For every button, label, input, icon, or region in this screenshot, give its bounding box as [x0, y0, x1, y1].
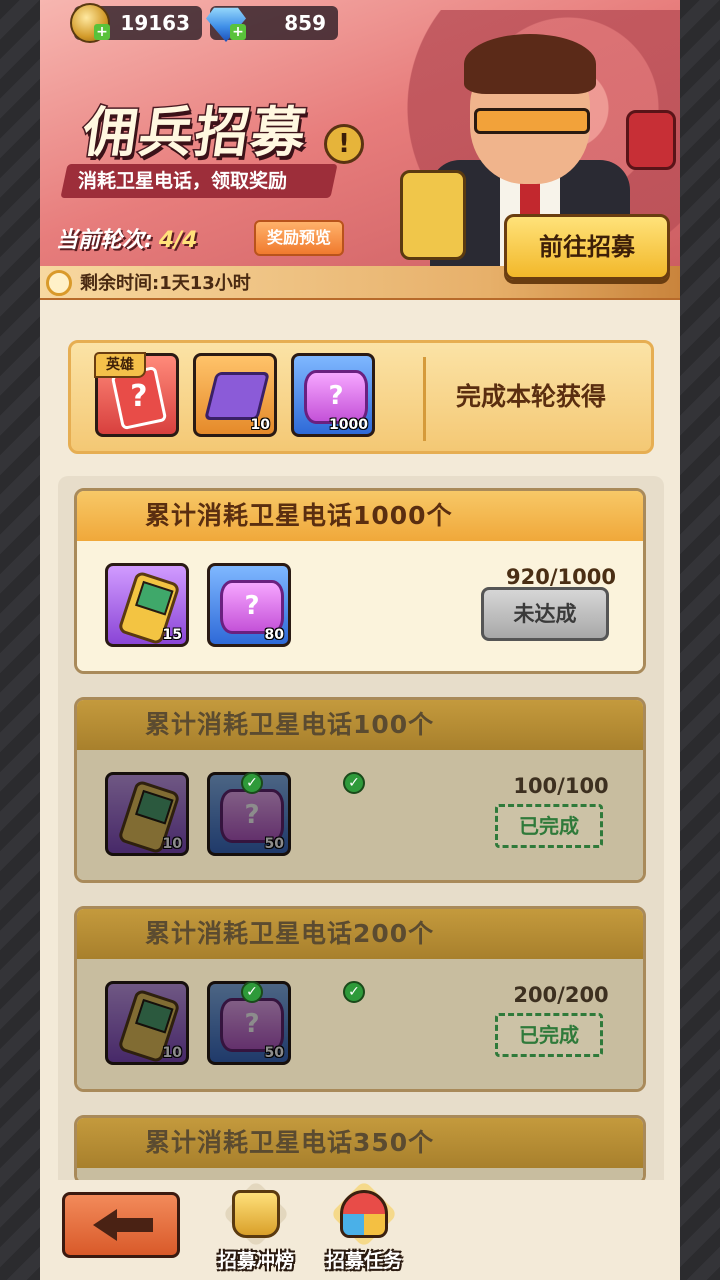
task-card: 累计消耗卫星电话350个	[74, 1115, 646, 1185]
nav-label: 招募冲榜	[217, 1250, 294, 1272]
mystery-can-icon: ?	[220, 789, 284, 843]
mystery-can-icon: ?	[304, 370, 368, 424]
chip-icon	[204, 372, 270, 420]
item-count: 10	[162, 836, 182, 852]
round-complete-label: 完成本轮获得	[456, 382, 607, 411]
task-title: 累计消耗卫星电话200个	[145, 919, 435, 948]
satellite-phone-icon	[400, 170, 466, 260]
plus-icon[interactable]: +	[94, 24, 110, 40]
check-icon: ✓	[343, 772, 365, 794]
task-progress: 200/200	[513, 983, 609, 1007]
back-arrow-icon	[93, 1209, 153, 1241]
mystery-can-icon: ?	[220, 998, 284, 1052]
nav-label: 招募任务	[325, 1250, 402, 1272]
completed-stamp: 已完成	[495, 1013, 603, 1057]
satellite-phone-item[interactable]: 15	[105, 563, 189, 647]
subtitle-text: 消耗卫星电话，领取奖励	[78, 170, 288, 192]
airdrop-balloon-icon	[340, 1190, 388, 1238]
completed-stamp: 已完成	[495, 804, 603, 848]
item-count: 50	[264, 836, 284, 852]
bottom-nav: 招募冲榜 招募任务	[40, 1180, 680, 1280]
task-title: 累计消耗卫星电话350个	[145, 1128, 435, 1157]
hero-card-item[interactable]: ? 英雄	[94, 352, 179, 437]
clock-icon	[46, 270, 72, 296]
game-screen: + 19163 + 859 佣兵招募 ! 消耗卫星电话，领取奖励 当前轮次: 4/…	[40, 0, 680, 1280]
not-achieved-button[interactable]: 未达成	[481, 587, 609, 641]
gold-counter[interactable]: + 19163	[70, 3, 202, 43]
go-recruit-button[interactable]: 前往招募	[504, 214, 670, 280]
gem-counter[interactable]: + 859	[206, 6, 338, 42]
left-border	[0, 0, 40, 1280]
back-button[interactable]	[62, 1192, 180, 1258]
round-reward-panel: ? 英雄 10 ? 1000 完成本轮获得	[68, 340, 654, 454]
right-border	[680, 0, 720, 1280]
check-icon: ✓	[241, 772, 263, 794]
nav-recruit-task[interactable]: 招募任务	[316, 1180, 412, 1276]
chip-item[interactable]: 10	[193, 353, 277, 437]
hero-tag: 英雄	[94, 352, 146, 378]
item-count: 50	[264, 1045, 284, 1061]
task-progress: 920/1000	[506, 565, 616, 589]
page-title: 佣兵招募	[77, 100, 313, 166]
mystery-can-item[interactable]: ? 1000	[291, 353, 375, 437]
recruit-banner: + 19163 + 859 佣兵招募 ! 消耗卫星电话，领取奖励 当前轮次: 4/…	[40, 0, 680, 300]
gem-value: 859	[284, 11, 326, 35]
round-value: 4/4	[158, 228, 198, 253]
item-count: 80	[264, 627, 284, 643]
gold-value: 19163	[120, 11, 190, 35]
nav-recruit-ranking[interactable]: 招募冲榜	[208, 1180, 304, 1276]
check-icon: ✓	[343, 981, 365, 1003]
item-count: 10	[162, 1045, 182, 1061]
round-indicator: 当前轮次: 4/4	[56, 222, 197, 254]
mystery-can-icon: ?	[220, 580, 284, 634]
divider	[423, 357, 426, 441]
check-icon: ✓	[241, 981, 263, 1003]
task-title: 累计消耗卫星电话1000个	[145, 501, 453, 530]
task-card: 累计消耗卫星电话200个 10 ? 50 ✓ ✓ 200/200 已完成	[74, 906, 646, 1092]
task-progress: 100/100	[513, 774, 609, 798]
item-count: 15	[162, 627, 182, 643]
item-count: 10	[250, 417, 270, 433]
trophy-icon	[232, 1190, 280, 1238]
task-card: 累计消耗卫星电话1000个 15 ? 80 920/1000 未达成	[74, 488, 646, 674]
reward-preview-button[interactable]: 奖励预览	[254, 220, 344, 256]
satellite-phone-item[interactable]: 10	[105, 772, 189, 856]
plus-icon[interactable]: +	[230, 24, 246, 40]
subtitle-ribbon: 消耗卫星电话，领取奖励	[60, 164, 338, 198]
info-icon[interactable]: !	[324, 124, 364, 164]
task-title: 累计消耗卫星电话100个	[145, 710, 435, 739]
round-label: 当前轮次:	[56, 228, 153, 253]
satellite-phone-item[interactable]: 10	[105, 981, 189, 1065]
item-count: 1000	[329, 417, 368, 433]
mystery-can-item[interactable]: ? 80	[207, 563, 291, 647]
task-card: 累计消耗卫星电话100个 10 ? 50 ✓ ✓ 100/100 已完成	[74, 697, 646, 883]
remaining-time: 剩余时间:1天13小时	[80, 273, 251, 294]
